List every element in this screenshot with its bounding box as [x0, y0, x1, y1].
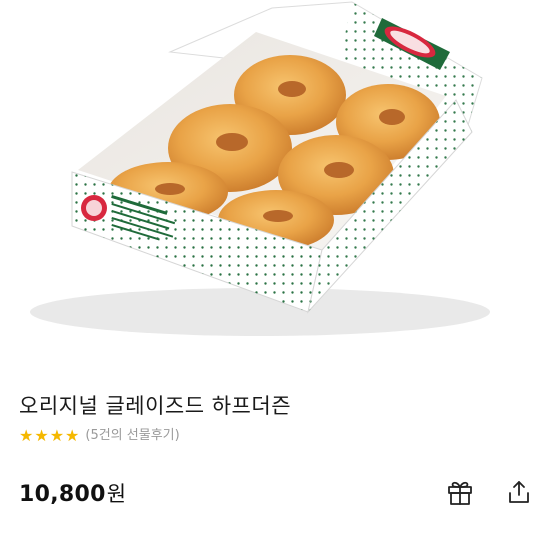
product-image: [0, 0, 554, 372]
star-icon: ★: [34, 426, 49, 445]
box-shadow: [30, 288, 490, 336]
rating-row[interactable]: ★ ★ ★ ★ (5건의 선물후기): [19, 427, 180, 445]
star-icon: ★: [49, 426, 65, 445]
star-icon: ★: [19, 426, 34, 445]
share-icon: [509, 481, 529, 503]
product-title: 오리지널 글레이즈드 하프더즌: [19, 394, 292, 418]
price-unit: 원: [106, 482, 127, 506]
star-rating: ★ ★ ★ ★: [19, 427, 80, 445]
price-value: 10,800: [19, 482, 106, 507]
share-button[interactable]: [503, 476, 535, 508]
gift-review-count[interactable]: (5건의 선물후기): [85, 427, 179, 445]
gift-icon: [448, 481, 472, 505]
star-icon: ★: [65, 426, 80, 445]
krispy-kreme-logo-front: [81, 195, 107, 221]
gift-button[interactable]: [444, 476, 476, 508]
price: 10,800 원: [19, 478, 126, 508]
donut-box-illustration: [30, 1, 490, 336]
